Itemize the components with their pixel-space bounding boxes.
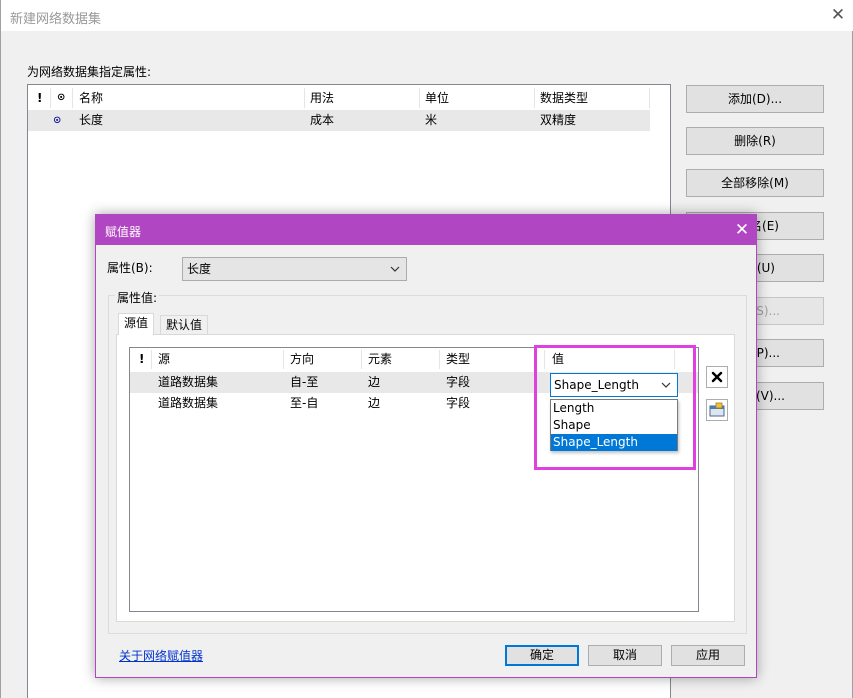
cancel-button[interactable]: 取消 bbox=[588, 645, 662, 666]
row-direction: 至-自 bbox=[290, 396, 319, 410]
property-select-value: 长度 bbox=[187, 262, 212, 276]
attribute-usage: 成本 bbox=[310, 113, 335, 127]
default-attribute-icon: ⊙ bbox=[53, 115, 62, 126]
ok-button[interactable]: 确定 bbox=[505, 645, 579, 666]
row-type: 字段 bbox=[446, 396, 471, 410]
property-label: 属性(B): bbox=[107, 261, 153, 275]
column-header-element[interactable]: 元素 bbox=[368, 348, 392, 371]
row-source: 道路数据集 bbox=[158, 396, 219, 410]
attributes-label: 为网络数据集指定属性: bbox=[27, 65, 152, 79]
tab-default-values[interactable]: 默认值 bbox=[160, 315, 209, 336]
column-header-units[interactable]: 单位 bbox=[425, 86, 449, 110]
apply-button[interactable]: 应用 bbox=[671, 645, 745, 666]
column-header-name[interactable]: 名称 bbox=[79, 86, 103, 110]
attribute-values-label: 属性值: bbox=[115, 289, 160, 306]
add-button[interactable]: 添加(D)... bbox=[686, 85, 824, 113]
warning-column-icon: ! bbox=[37, 91, 43, 105]
close-icon[interactable]: ✕ bbox=[731, 219, 753, 241]
tab-source-values[interactable]: 源值 bbox=[118, 313, 155, 335]
row-source: 道路数据集 bbox=[158, 375, 219, 389]
dialog-title: 赋值器 bbox=[105, 225, 142, 239]
close-icon bbox=[711, 371, 723, 383]
close-icon[interactable]: ✕ bbox=[827, 4, 849, 26]
attribute-data-type: 双精度 bbox=[540, 113, 577, 127]
highlight-annotation bbox=[534, 345, 696, 470]
chevron-down-icon bbox=[390, 266, 400, 272]
column-header-usage[interactable]: 用法 bbox=[310, 86, 334, 110]
attributes-table-header: ! ⊙ 名称 用法 单位 数据类型 bbox=[28, 86, 650, 110]
row-element: 边 bbox=[368, 396, 381, 410]
window-title: 新建网络数据集 bbox=[10, 12, 102, 27]
attribute-units: 米 bbox=[425, 113, 438, 127]
delete-evaluator-button[interactable] bbox=[706, 366, 728, 388]
evaluators-dialog: 赋值器 ✕ 属性(B): 长度 属性值: 源值 默认值 ! 源 方向 元素 类型… bbox=[95, 214, 757, 678]
warning-column-icon: ! bbox=[139, 352, 145, 366]
properties-icon bbox=[709, 402, 725, 417]
column-header-type[interactable]: 类型 bbox=[446, 348, 470, 371]
dialog-titlebar: 赋值器 ✕ bbox=[96, 215, 756, 245]
column-header-source[interactable]: 源 bbox=[158, 348, 170, 371]
column-header-data-type[interactable]: 数据类型 bbox=[540, 86, 588, 110]
row-type: 字段 bbox=[446, 375, 471, 389]
row-direction: 自-至 bbox=[290, 375, 319, 389]
table-row[interactable]: ⊙ 长度 成本 米 双精度 bbox=[28, 110, 650, 131]
attribute-name: 长度 bbox=[79, 113, 104, 127]
default-column-icon: ⊙ bbox=[57, 92, 66, 103]
remove-button[interactable]: 删除(R) bbox=[686, 127, 824, 155]
about-evaluators-link[interactable]: 关于网络赋值器 bbox=[119, 647, 203, 664]
column-header-direction[interactable]: 方向 bbox=[290, 348, 314, 371]
row-element: 边 bbox=[368, 375, 381, 389]
remove-all-button[interactable]: 全部移除(M) bbox=[686, 169, 824, 197]
evaluator-properties-button[interactable] bbox=[706, 399, 728, 421]
main-titlebar: 新建网络数据集 ✕ bbox=[1, 0, 853, 31]
property-select[interactable]: 长度 bbox=[182, 257, 407, 281]
